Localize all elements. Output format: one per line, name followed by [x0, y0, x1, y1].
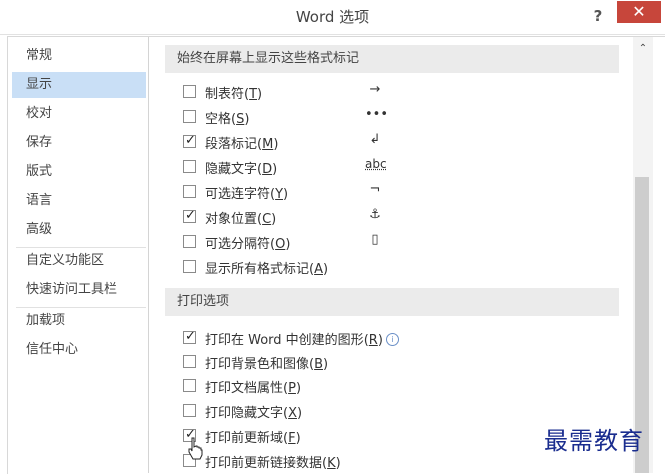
option-label: 打印文档属性(P) — [205, 381, 302, 396]
hidden-text-icon: abc — [365, 157, 387, 171]
option-print-drawings[interactable]: ✓ 打印在 Word 中创建的图形(R) i — [183, 328, 583, 348]
checkbox[interactable] — [183, 160, 196, 173]
sidebar-item-quick-access-toolbar[interactable]: 快速访问工具栏 — [12, 277, 146, 303]
paragraph-mark-icon: ↲ — [369, 132, 381, 147]
option-label: 可选连字符(Y) — [205, 187, 289, 202]
option-update-linked-data-before-print[interactable]: 打印前更新链接数据(K) — [183, 451, 583, 471]
options-content: 始终在屏幕上显示这些格式标记 制表符(T) → 空格(S) ••• ✓ 段落标记… — [155, 37, 633, 473]
option-label: 打印隐藏文字(X) — [205, 406, 303, 421]
watermark-logo: 最需教育 — [544, 427, 644, 455]
vertical-scrollbar[interactable]: ⌃ — [633, 37, 653, 473]
option-update-fields-before-print[interactable]: ✓ 打印前更新域(F) — [183, 426, 583, 446]
sidebar-item-display[interactable]: 显示 — [12, 72, 146, 98]
option-optional-breaks[interactable]: 可选分隔符(O) ▯ — [183, 232, 583, 252]
formatting-marks-header: 始终在屏幕上显示这些格式标记 — [165, 45, 619, 73]
print-options-header: 打印选项 — [165, 288, 619, 316]
arrow-right-icon: → — [369, 82, 381, 97]
checkbox[interactable] — [183, 260, 196, 273]
checkbox[interactable]: ✓ — [183, 133, 196, 148]
window-title: Word 选项 — [295, 8, 370, 26]
sidebar-item-proofing[interactable]: 校对 — [12, 101, 146, 127]
anchor-icon: ⚓ — [369, 207, 381, 222]
scroll-up-arrow-icon[interactable]: ⌃ — [633, 43, 653, 55]
option-object-anchors[interactable]: ✓ 对象位置(C) ⚓ — [183, 207, 583, 227]
checkbox[interactable] — [183, 185, 196, 198]
option-label: 对象位置(C) — [205, 212, 277, 227]
checkmark-icon: ✓ — [185, 329, 196, 344]
option-tab-characters[interactable]: 制表符(T) → — [183, 82, 583, 102]
sidebar-item-trust-center[interactable]: 信任中心 — [12, 337, 146, 363]
option-label: 制表符(T) — [205, 87, 263, 102]
checkmark-icon: ✓ — [185, 133, 196, 148]
optional-break-icon: ▯ — [371, 232, 379, 247]
checkbox[interactable]: ✓ — [183, 329, 196, 344]
checkbox[interactable] — [183, 85, 196, 98]
sidebar-item-customize-ribbon[interactable]: 自定义功能区 — [12, 248, 146, 274]
option-hidden-text[interactable]: 隐藏文字(D) abc — [183, 157, 583, 177]
sidebar: 常规 显示 校对 保存 版式 语言 高级 自定义功能区 快速访问工具栏 加载项 … — [8, 37, 149, 473]
checkbox[interactable] — [183, 235, 196, 248]
sidebar-item-advanced[interactable]: 高级 — [12, 217, 146, 243]
not-sign-icon: ¬ — [369, 182, 381, 197]
checkbox[interactable] — [183, 379, 196, 392]
info-icon[interactable]: i — [385, 333, 399, 346]
option-paragraph-marks[interactable]: ✓ 段落标记(M) ↲ — [183, 132, 583, 152]
option-spaces[interactable]: 空格(S) ••• — [183, 107, 583, 127]
mouse-cursor-icon — [188, 437, 203, 460]
title-bar: Word 选项 ? ✕ — [0, 0, 665, 35]
option-show-all-formatting-marks[interactable]: 显示所有格式标记(A) — [183, 257, 583, 277]
checkmark-icon: ✓ — [185, 208, 196, 223]
option-label: 隐藏文字(D) — [205, 162, 278, 177]
option-label: 显示所有格式标记(A) — [205, 262, 329, 277]
checkbox[interactable] — [183, 110, 196, 123]
sidebar-item-add-ins[interactable]: 加载项 — [12, 308, 146, 334]
checkbox[interactable] — [183, 355, 196, 368]
option-optional-hyphens[interactable]: 可选连字符(Y) ¬ — [183, 182, 583, 202]
option-label: 可选分隔符(O) — [205, 237, 291, 252]
sidebar-item-layout[interactable]: 版式 — [12, 159, 146, 185]
dots-icon: ••• — [365, 107, 389, 122]
option-label: 打印前更新链接数据(K) — [205, 456, 341, 471]
checkbox[interactable]: ✓ — [183, 208, 196, 223]
sidebar-item-language[interactable]: 语言 — [12, 188, 146, 214]
option-print-hidden-text[interactable]: 打印隐藏文字(X) — [183, 401, 583, 421]
option-label: 打印背景色和图像(B) — [205, 357, 329, 372]
option-print-background[interactable]: 打印背景色和图像(B) — [183, 352, 583, 372]
sidebar-item-general[interactable]: 常规 — [12, 43, 146, 69]
checkbox[interactable] — [183, 404, 196, 417]
option-label: 打印前更新域(F) — [205, 431, 301, 446]
option-label: 段落标记(M) — [205, 137, 279, 152]
option-label: 打印在 Word 中创建的图形(R) i — [205, 329, 399, 348]
sidebar-item-save[interactable]: 保存 — [12, 130, 146, 156]
help-button[interactable]: ? — [586, 4, 610, 28]
option-label: 空格(S) — [205, 112, 250, 127]
option-print-document-properties[interactable]: 打印文档属性(P) — [183, 376, 583, 396]
close-button[interactable]: ✕ — [617, 1, 661, 23]
